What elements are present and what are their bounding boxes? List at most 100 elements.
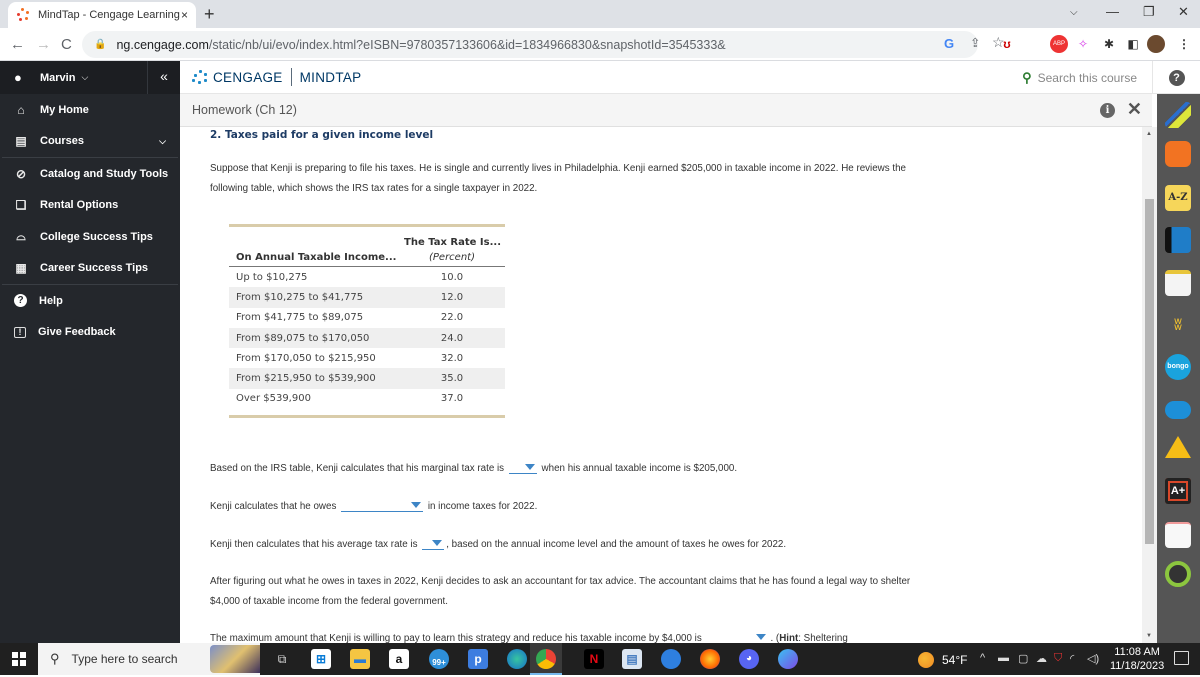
table-row: From $41,775 to $89,075 22.0 [229, 308, 505, 328]
taskbar-search[interactable]: ⚲ Type here to search [38, 643, 260, 675]
amazon-icon[interactable]: a [389, 649, 409, 669]
info-icon[interactable]: i [1100, 103, 1115, 118]
google-drive-icon[interactable] [1165, 436, 1191, 458]
max-payment-dropdown[interactable] [706, 632, 768, 643]
sidebar-item-label: Courses [40, 135, 85, 148]
content-scrollbar[interactable]: ▲ ▼ [1142, 127, 1157, 643]
weather-widget[interactable]: 54°F [918, 652, 967, 668]
new-tab-button[interactable]: + [204, 4, 215, 25]
address-bar[interactable]: 🔒 ng.cengage.com/static/nb/ui/evo/index.… [82, 31, 1005, 58]
sidebar-item-give-feedback[interactable]: ! Give Feedback [0, 317, 180, 349]
income-cell: From $170,050 to $215,950 [236, 352, 376, 364]
minimize-button[interactable]: — [1106, 4, 1119, 19]
url-path: /static/nb/ui/evo/index.html?eISBN=97803… [208, 37, 726, 52]
sidebar-item-catalog[interactable]: ⊘ Catalog and Study Tools [0, 158, 180, 190]
sidebar-item-college-success[interactable]: ⌓ College Success Tips [0, 221, 180, 253]
average-rate-dropdown[interactable] [422, 538, 445, 551]
battery-icon[interactable]: ▬ [998, 652, 1009, 664]
system-clock[interactable]: 11:08 AM 11/18/2023 [1110, 645, 1164, 673]
pandora-icon[interactable]: p [468, 649, 488, 669]
marginal-rate-dropdown[interactable] [508, 462, 537, 475]
copilot-icon[interactable] [778, 649, 798, 669]
search-input[interactable]: Search this course [1038, 71, 1137, 85]
task-view-icon[interactable]: ⧉ [272, 649, 292, 669]
rate-cell: 37.0 [440, 393, 464, 405]
scroll-down-arrow-icon[interactable]: ▼ [1146, 633, 1152, 639]
adblock-plus-icon[interactable]: ABP [1050, 35, 1068, 53]
question-content: 2. Taxes paid for a given income level S… [180, 127, 1142, 643]
cortana-icon[interactable] [661, 649, 681, 669]
profile-avatar[interactable] [1147, 35, 1165, 53]
bongo-icon[interactable]: bongo [1165, 354, 1191, 380]
sidebar-item-help[interactable]: ? Help [0, 285, 180, 317]
progress-icon[interactable] [1165, 561, 1191, 587]
tab-search-chevron-icon[interactable]: ⌵ [1070, 7, 1078, 18]
hint-text: : Sheltering [798, 633, 848, 643]
taxes-owed-dropdown[interactable] [341, 500, 424, 513]
window-close-button[interactable]: ✕ [1178, 4, 1189, 20]
volume-icon[interactable]: ◁) [1087, 652, 1099, 665]
rss-icon[interactable] [1165, 141, 1191, 167]
close-activity-button[interactable]: ✕ [1127, 99, 1142, 120]
cengage-mindtap-logo[interactable]: CENGAGE MINDTAP [192, 68, 361, 86]
show-hidden-icons-chevron-icon[interactable]: ^ [980, 652, 985, 664]
user-menu[interactable]: ● Marvin ⌵ « [0, 61, 180, 94]
onedrive-icon[interactable] [1165, 401, 1191, 419]
ebook-icon[interactable] [1165, 227, 1191, 253]
rate-cell: 12.0 [440, 291, 464, 303]
file-explorer-icon[interactable]: ▬ [350, 649, 370, 669]
mail-badge: 99+ [432, 658, 446, 667]
sidebar-item-label: My Home [40, 103, 89, 116]
q5-text-after: . ( [770, 633, 780, 643]
windows-start-icon[interactable] [12, 652, 26, 666]
maximize-button[interactable]: ❐ [1143, 4, 1155, 20]
microsoft-store-icon[interactable]: ⊞ [311, 649, 331, 669]
sidebar-item-rental-options[interactable]: ❏ Rental Options [0, 190, 180, 222]
browser-tab[interactable]: MindTap - Cengage Learning × [8, 2, 196, 28]
discord-icon[interactable]: ◕ [739, 649, 759, 669]
google-lens-icon[interactable]: G [944, 36, 954, 51]
ublock-extension-icon[interactable]: ʊ [998, 35, 1016, 53]
glossary-az-icon[interactable]: A-Z [1165, 185, 1191, 211]
income-cell: From $10,275 to $41,775 [236, 291, 364, 303]
readspeaker-icon[interactable]: ʬ [1165, 313, 1191, 339]
share-icon[interactable]: ⇪ [970, 35, 980, 50]
help-button[interactable]: ? [1152, 61, 1200, 94]
taskbar-search-input[interactable]: Type here to search [72, 652, 178, 666]
feedback-icon: ! [14, 326, 26, 338]
reload-button[interactable]: C [61, 36, 72, 53]
back-button[interactable]: ← [10, 36, 25, 53]
sidebar-item-my-home[interactable]: ⌂ My Home [0, 94, 180, 126]
magic-wand-extension-icon[interactable]: ✧ [1074, 35, 1092, 53]
document-app-icon[interactable]: ▤ [622, 649, 642, 669]
sidebar-item-courses[interactable]: ▤ Courses ⌵ [0, 126, 180, 158]
income-cell: Over $539,900 [236, 393, 311, 405]
extensions-puzzle-icon[interactable]: ✱ [1100, 35, 1118, 53]
browser-menu-icon[interactable]: ⋮ [1175, 35, 1193, 53]
side-panel-icon[interactable]: ◧ [1124, 35, 1142, 53]
meet-now-icon[interactable]: ▢ [1018, 652, 1028, 665]
security-icon[interactable]: ⛉ [1054, 652, 1062, 665]
hint-label: Hint [779, 633, 799, 643]
rate-cell: 10.0 [440, 271, 464, 283]
scrollbar-thumb[interactable] [1145, 199, 1154, 544]
scroll-up-arrow-icon[interactable]: ▲ [1146, 131, 1152, 137]
sidebar-item-career-success[interactable]: ▦ Career Success Tips [0, 253, 180, 285]
flashcards-icon[interactable] [1165, 522, 1191, 548]
edge-icon[interactable] [507, 649, 527, 669]
collapse-sidebar-button[interactable]: « [147, 61, 180, 94]
firefox-icon[interactable] [700, 649, 720, 669]
highlighter-icon[interactable] [1165, 102, 1191, 128]
notification-center-icon[interactable] [1174, 651, 1189, 665]
chrome-icon[interactable] [536, 649, 556, 669]
forward-button[interactable]: → [36, 36, 51, 53]
notes-icon[interactable] [1165, 270, 1191, 296]
netflix-icon[interactable]: N [584, 649, 604, 669]
activity-header: Homework (Ch 12) i ✕ [180, 94, 1152, 127]
tab-close-icon[interactable]: × [181, 8, 188, 22]
course-search[interactable]: ⚲ Search this course [1022, 70, 1137, 86]
aplus-icon[interactable]: A+ [1165, 478, 1191, 504]
mail-icon[interactable]: 99+ [429, 649, 449, 669]
onedrive-tray-icon[interactable]: ☁ [1036, 652, 1047, 665]
wifi-icon[interactable]: ◜ [1070, 652, 1074, 665]
